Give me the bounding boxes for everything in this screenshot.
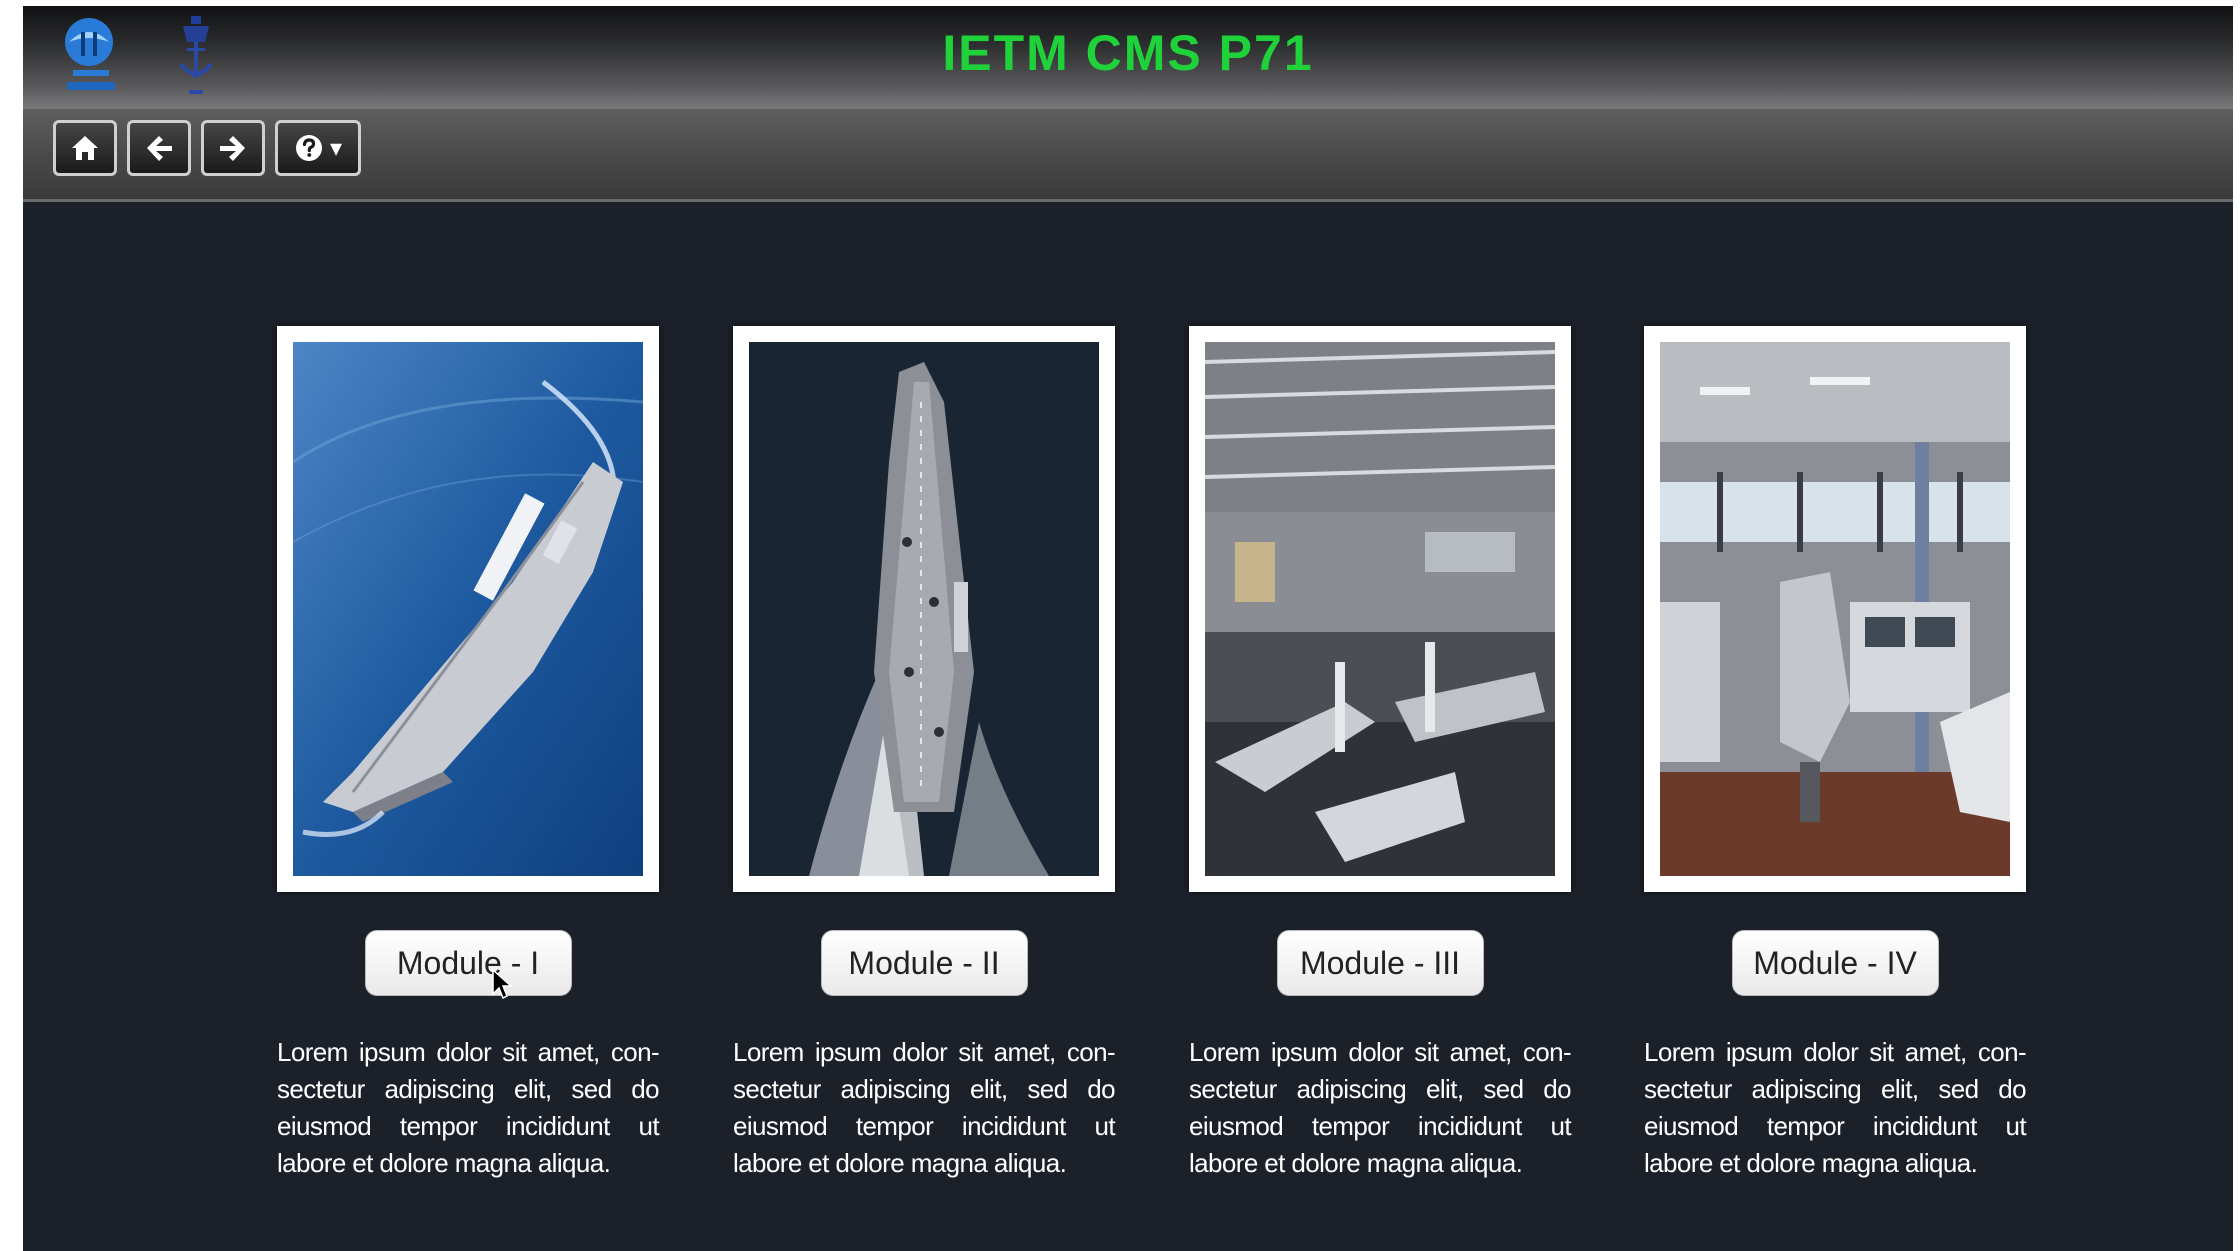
app-window: IETM CMS P71 ▾ Module - I Lorem ipsum do… [23, 6, 2233, 1251]
module-card-1: Module - I Lorem ipsum dolor sit amet, c… [277, 326, 660, 1182]
back-button[interactable] [127, 120, 191, 176]
carrier-top-view-photo [749, 342, 1099, 876]
help-button[interactable]: ▾ [275, 120, 361, 176]
question-circle-icon [295, 135, 322, 161]
module-4-description: Lorem ipsum dolor sit amet, con-sectetur… [1644, 1037, 2027, 1178]
module-1-button[interactable]: Module - I [364, 930, 572, 996]
arrow-right-icon [220, 136, 245, 161]
aircraft-carrier-photo [293, 342, 643, 876]
module-image-frame[interactable] [733, 326, 1115, 892]
module-image-frame[interactable] [277, 326, 659, 892]
forward-button[interactable] [201, 120, 265, 176]
ship-bridge-photo [1660, 342, 2010, 876]
module-2-button[interactable]: Module - II [820, 930, 1028, 996]
module-1-description: Lorem ipsum dolor sit amet, con-sectetur… [277, 1037, 660, 1178]
chevron-down-icon: ▾ [329, 134, 343, 162]
title-bar: IETM CMS P71 [23, 6, 2233, 109]
module-image-frame[interactable] [1189, 326, 1571, 892]
home-icon [72, 136, 98, 160]
app-title: IETM CMS P71 [942, 25, 1314, 81]
module-3-description: Lorem ipsum dolor sit amet, con-sectetur… [1189, 1037, 1572, 1178]
module-card-3: Module - III Lorem ipsum dolor sit amet,… [1189, 326, 1572, 1182]
module-card-4: Module - IV Lorem ipsum dolor sit amet, … [1644, 326, 2027, 1182]
hangar-deck-photo [1205, 342, 1555, 876]
toolbar: ▾ [23, 109, 2233, 202]
module-image-frame[interactable] [1644, 326, 2026, 892]
arrow-left-icon [147, 136, 172, 161]
module-card-2: Module - II Lorem ipsum dolor sit amet, … [733, 326, 1116, 1182]
home-button[interactable] [53, 120, 117, 176]
module-4-button[interactable]: Module - IV [1731, 930, 1939, 996]
module-2-description: Lorem ipsum dolor sit amet, con-sectetur… [733, 1037, 1116, 1178]
module-3-button[interactable]: Module - III [1276, 930, 1484, 996]
